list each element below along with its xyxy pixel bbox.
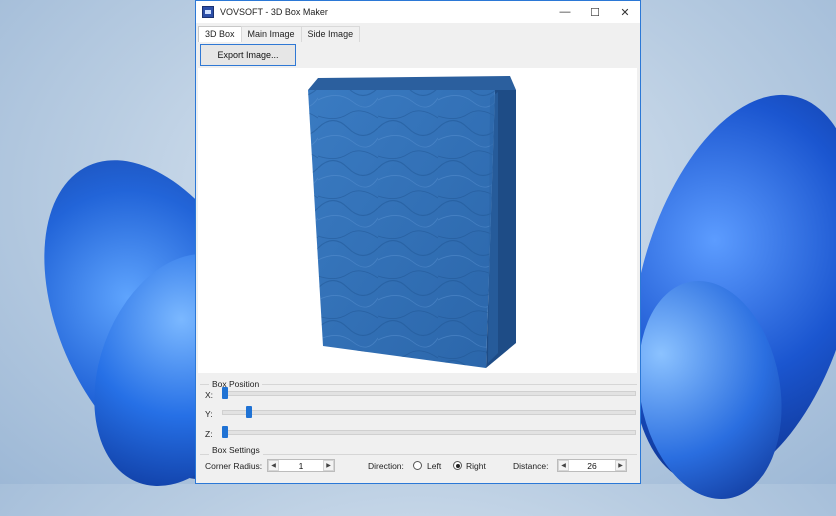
corner-radius-label: Corner Radius: xyxy=(205,461,263,471)
y-slider-thumb[interactable] xyxy=(246,406,253,418)
group-divider xyxy=(200,384,637,385)
distance-label: Distance: xyxy=(513,461,549,471)
direction-left-radio[interactable] xyxy=(413,461,422,470)
toolbar: Export Image... xyxy=(198,43,637,67)
direction-right-label[interactable]: Right xyxy=(466,461,486,471)
x-label: X: xyxy=(205,390,214,400)
tab-side-image[interactable]: Side Image xyxy=(300,26,361,42)
direction-left-label[interactable]: Left xyxy=(427,461,441,471)
direction-label: Direction: xyxy=(368,461,404,471)
tab-main-image[interactable]: Main Image xyxy=(240,26,302,42)
corner-radius-value[interactable]: 1 xyxy=(279,461,323,471)
tab-bar: 3D Box Main Image Side Image xyxy=(196,23,640,42)
window-title: VOVSOFT - 3D Box Maker xyxy=(220,7,328,17)
app-icon xyxy=(202,6,214,18)
box-settings-title: Box Settings xyxy=(209,445,263,455)
title-bar[interactable]: VOVSOFT - 3D Box Maker — ☐ ✕ xyxy=(196,1,640,23)
box-position-title: Box Position xyxy=(209,379,263,389)
app-window: VOVSOFT - 3D Box Maker — ☐ ✕ 3D Box Main… xyxy=(195,0,641,484)
z-label: Z: xyxy=(205,429,213,439)
3d-box-render xyxy=(308,76,516,368)
maximize-button[interactable]: ☐ xyxy=(580,1,610,23)
distance-value[interactable]: 26 xyxy=(569,461,615,471)
x-slider-track[interactable] xyxy=(222,391,636,396)
tab-3d-box[interactable]: 3D Box xyxy=(198,26,242,42)
direction-right-radio[interactable] xyxy=(453,461,462,470)
increment-arrow-icon[interactable]: ▶ xyxy=(323,460,334,471)
z-slider-thumb[interactable] xyxy=(222,426,228,438)
corner-radius-spinner[interactable]: ◀ 1 ▶ xyxy=(267,459,335,472)
distance-spinner[interactable]: ◀ 26 ▶ xyxy=(557,459,627,472)
decrement-arrow-icon[interactable]: ◀ xyxy=(558,460,569,471)
z-slider-track[interactable] xyxy=(222,430,636,435)
close-button[interactable]: ✕ xyxy=(610,1,640,23)
box-preview xyxy=(198,68,637,373)
box-top-face xyxy=(308,76,516,90)
decrement-arrow-icon[interactable]: ◀ xyxy=(268,460,279,471)
increment-arrow-icon[interactable]: ▶ xyxy=(615,460,626,471)
export-image-button[interactable]: Export Image... xyxy=(200,44,296,66)
minimize-button[interactable]: — xyxy=(550,1,580,23)
y-label: Y: xyxy=(205,409,213,419)
group-divider xyxy=(200,454,637,455)
x-slider-thumb[interactable] xyxy=(222,387,228,399)
y-slider-track[interactable] xyxy=(222,410,636,415)
